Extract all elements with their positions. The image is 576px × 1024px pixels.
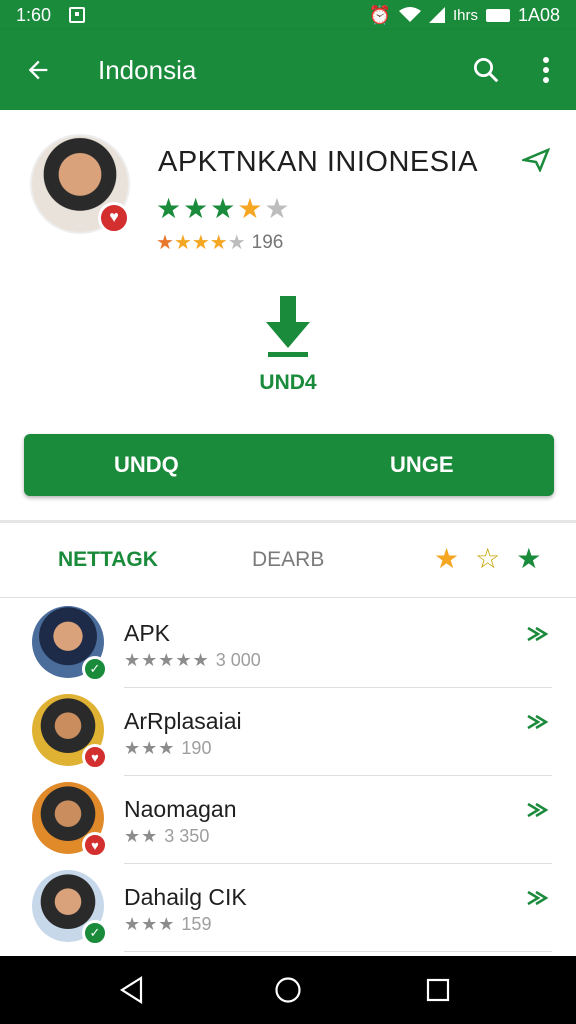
nav-back-button[interactable] [116, 974, 148, 1006]
section-divider [0, 520, 576, 523]
share-button[interactable] [519, 147, 551, 177]
primary-action-button[interactable]: UNDQ UNGE [24, 434, 554, 496]
list-item-share-button[interactable] [526, 624, 550, 649]
list-item-rating: ★★ 3 350 [124, 826, 209, 847]
heart-badge-icon: ♥ [82, 832, 108, 858]
star-outline-icon[interactable]: ☆ [475, 542, 500, 575]
list-item-share-button[interactable] [526, 800, 550, 825]
forward-icon [527, 890, 549, 906]
list-item-count: 159 [181, 914, 212, 934]
list-divider [124, 951, 552, 952]
app-bar: Indonsia [0, 30, 576, 110]
review-count: 196 [251, 231, 284, 253]
app-rating-stars: ★★★★★ [156, 193, 292, 224]
primary-action-right-label: UNGE [390, 452, 454, 477]
notification-icon [69, 7, 86, 23]
battery-icon [485, 8, 510, 22]
search-button[interactable] [456, 30, 516, 110]
star-filled-gold-icon[interactable]: ★ [434, 542, 459, 575]
status-bar: 1:60 ⏰ Ihrs 1A08 [0, 0, 576, 30]
list-item-count: 3 350 [164, 826, 210, 846]
list-item-share-button[interactable] [526, 888, 550, 913]
avatar: ♥ [32, 782, 108, 858]
check-badge-icon: ✓ [82, 920, 108, 946]
list-item[interactable]: ♥ Naomagan ★★ 3 350 [0, 776, 576, 864]
list-item-stars: ★★★ [124, 914, 176, 934]
avatar: ✓ [32, 870, 108, 946]
avatar: ♥ [32, 694, 108, 770]
list-item-name: ArRplasaiai [124, 708, 242, 734]
list-item[interactable]: ✓ Dahailg CIK ★★★ 159 [0, 864, 576, 952]
list-item-rating: ★★★ 190 [124, 738, 211, 759]
wifi-icon [398, 7, 421, 22]
back-button[interactable] [0, 30, 76, 110]
more-options-button[interactable] [516, 30, 576, 110]
forward-icon [527, 714, 549, 730]
nav-home-icon [275, 977, 301, 1003]
download-label: UND4 [259, 371, 317, 394]
status-time-right: 1A08 [517, 4, 560, 25]
list-item-stars: ★★ [124, 826, 159, 846]
list-item-name: APK [124, 620, 171, 646]
carrier-label: Ihrs [452, 6, 478, 24]
app-rating-summary: ★★★★★ 196 [156, 230, 283, 255]
alarm-icon: ⏰ [368, 4, 391, 25]
search-icon [474, 58, 499, 83]
tab-dearb[interactable]: DEARB [252, 548, 324, 572]
nav-recents-button[interactable] [422, 974, 454, 1006]
check-badge-icon: ✓ [82, 656, 108, 682]
star-filled-green-icon[interactable]: ★ [516, 542, 541, 575]
arrow-back-icon [28, 60, 48, 80]
tab-bar: NETTAGK DEARB ★ ☆ ★ [0, 524, 576, 598]
app-title: APKTNKAN INIONESIA [158, 146, 479, 178]
forward-icon [527, 626, 549, 642]
small-rating-stars: ★★★★★ [156, 232, 246, 254]
app-avatar: ♥ [30, 134, 130, 234]
download-button[interactable]: UND4 [248, 296, 328, 395]
more-vert-icon [543, 57, 549, 83]
tab-star-filters: ★ ☆ ★ [434, 542, 541, 575]
list-item-share-button[interactable] [526, 712, 550, 737]
nav-home-button[interactable] [272, 974, 304, 1006]
avatar: ✓ [32, 606, 108, 682]
list-item-name: Dahailg CIK [124, 884, 247, 910]
nav-back-icon [119, 976, 143, 1004]
primary-action-left-label: UNDQ [114, 452, 179, 477]
send-icon [519, 147, 551, 174]
page-title: Indonsia [98, 54, 197, 85]
tab-nettagk[interactable]: NETTAGK [58, 548, 158, 572]
list-item-count: 3 000 [215, 650, 261, 670]
list-item-rating: ★★★★★ 3 000 [124, 650, 261, 671]
list-item-stars: ★★★ [124, 738, 176, 758]
download-arrow-icon [266, 296, 310, 357]
list-item-rating: ★★★ 159 [124, 914, 211, 935]
list-item-name: Naomagan [124, 796, 237, 822]
forward-icon [527, 802, 549, 818]
app-list: ✓ APK ★★★★★ 3 000 ♥ ArRplasaiai ★★★ 190 … [0, 600, 576, 952]
list-item[interactable]: ♥ ArRplasaiai ★★★ 190 [0, 688, 576, 776]
list-item[interactable]: ✓ APK ★★★★★ 3 000 [0, 600, 576, 688]
heart-badge-icon: ♥ [82, 744, 108, 770]
list-item-count: 190 [181, 738, 212, 758]
system-nav-bar [0, 956, 576, 1024]
signal-icon [428, 7, 445, 23]
status-time-left: 1:60 [16, 4, 52, 25]
nav-recents-icon [426, 978, 450, 1002]
list-item-stars: ★★★★★ [124, 650, 210, 670]
heart-badge-icon: ♥ [98, 202, 130, 234]
